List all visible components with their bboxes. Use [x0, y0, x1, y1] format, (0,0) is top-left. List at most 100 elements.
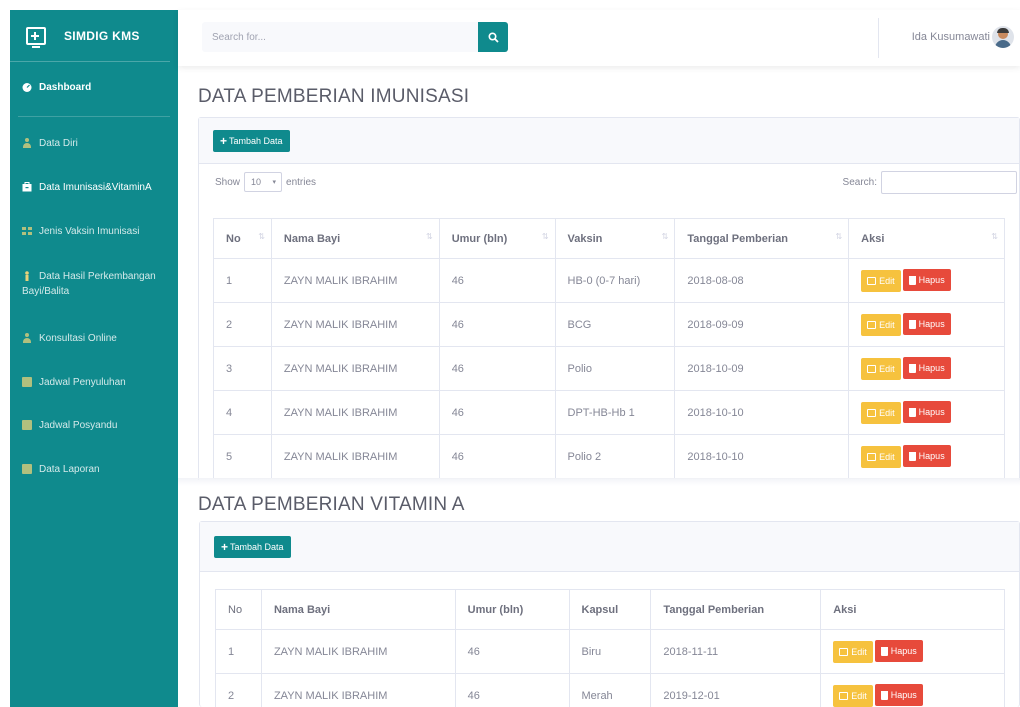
hapus-button[interactable]: Hapus — [874, 640, 923, 663]
cell-umur: 46 — [438, 390, 556, 435]
sidebar-item-data-diri[interactable]: Data Diri — [10, 138, 88, 149]
cell-aksi: Edit Hapus — [820, 629, 1005, 674]
column-header-aksi: Aksi — [820, 589, 1005, 630]
cell-no: 2 — [213, 302, 272, 347]
page-title-imunisasi: DATA PEMBERIAN IMUNISASI — [198, 86, 470, 107]
hapus-button[interactable]: Hapus — [902, 269, 951, 292]
avatar[interactable] — [992, 26, 1014, 48]
column-header-umur[interactable]: Umur (bln) ⇅ — [438, 218, 556, 259]
edit-button[interactable]: Edit — [861, 445, 901, 468]
column-header-umur: Umur (bln) — [454, 589, 570, 630]
vitamin-card: + Tambah Data No Nama Bayi Umur (bln) Ka… — [199, 521, 1020, 707]
entries-select[interactable]: 10 ▾ — [244, 172, 283, 192]
table-header-row: No Nama Bayi Umur (bln) Kapsul Tanggal P… — [215, 589, 1005, 630]
sidebar-item-jenis-vaksin[interactable]: Jenis Vaksin Imunisasi — [10, 226, 149, 237]
hapus-button[interactable]: Hapus — [902, 313, 951, 336]
edit-button[interactable]: Edit — [861, 313, 901, 336]
table-icon — [22, 420, 32, 430]
edit-icon — [867, 408, 877, 417]
add-button-label: Tambah Data — [229, 136, 283, 146]
table-row: 3 ZAYN MALIK IBRAHIM 46 Polio 2018-10-09… — [213, 346, 1005, 391]
edit-button[interactable]: Edit — [861, 401, 901, 424]
sidebar-item-label: Jadwal Penyuluhan — [39, 377, 126, 388]
sidebar-item-label: Jadwal Posyandu — [39, 420, 118, 431]
add-vitamin-button[interactable]: + Tambah Data — [214, 536, 291, 558]
section-shadow — [178, 478, 1020, 486]
table-row: 1 ZAYN MALIK IBRAHIM 46 Biru 2018-11-11 … — [215, 629, 1005, 674]
edit-button[interactable]: Edit — [833, 640, 873, 663]
column-header-tanggal: Tanggal Pemberian — [650, 589, 822, 630]
cell-tanggal: 2018-11-11 — [650, 629, 822, 674]
cell-aksi: Edit Hapus — [848, 258, 1005, 303]
add-imunisasi-button[interactable]: + Tambah Data — [213, 130, 290, 152]
sidebar-item-label: Data Hasil Perkembangan Bayi/Balita — [22, 271, 156, 297]
imunisasi-card: + Tambah Data Show 10 ▾ entries Search: … — [198, 117, 1020, 497]
user-icon — [22, 333, 32, 343]
show-label: Show — [215, 176, 241, 188]
sort-icon: ⇅ — [991, 232, 998, 241]
cell-vaksin: DPT-HB-Hb 1 — [554, 390, 676, 435]
column-header-vaksin[interactable]: Vaksin ⇅ — [554, 218, 676, 259]
column-header-nama[interactable]: Nama Bayi ⇅ — [270, 218, 440, 259]
sidebar-item-data-laporan[interactable]: Data Laporan — [10, 464, 110, 475]
sidebar-item-label: Konsultasi Online — [39, 333, 117, 344]
table-header-row: No ⇅ Nama Bayi ⇅ Umur (bln) ⇅ Vaksin ⇅ Tangg… — [213, 218, 1005, 259]
search-input[interactable] — [202, 22, 478, 52]
edit-icon — [867, 320, 877, 329]
edit-icon — [867, 364, 877, 373]
user-name[interactable]: Ida Kusumawati — [912, 31, 990, 43]
sidebar-item-label: Data Imunisasi&VitaminA — [39, 182, 152, 193]
box-icon — [22, 182, 32, 192]
hapus-button[interactable]: Hapus — [902, 401, 951, 424]
sidebar-item-label: Dashboard — [39, 82, 92, 93]
cell-nama: ZAYN MALIK IBRAHIM — [270, 302, 440, 347]
topbar: Ida Kusumawati — [178, 10, 1020, 66]
cell-vaksin: HB-0 (0-7 hari) — [554, 258, 676, 303]
edit-icon — [839, 691, 849, 700]
cell-tanggal: 2019-12-01 — [650, 673, 822, 707]
hapus-button[interactable]: Hapus — [902, 357, 951, 380]
sidebar: SIMDIG KMS Dashboard Data Diri Data Imun… — [10, 10, 178, 707]
column-header-aksi[interactable]: Aksi ⇅ — [848, 218, 1005, 259]
brand[interactable]: SIMDIG KMS — [10, 10, 170, 62]
imunisasi-table: No ⇅ Nama Bayi ⇅ Umur (bln) ⇅ Vaksin ⇅ Tangg… — [213, 218, 1005, 479]
sidebar-item-konsultasi[interactable]: Konsultasi Online — [10, 333, 127, 344]
cell-vaksin: Polio 2 — [554, 434, 676, 479]
cell-umur: 46 — [438, 346, 556, 391]
cell-umur: 46 — [454, 629, 570, 674]
table-row: 4 ZAYN MALIK IBRAHIM 46 DPT-HB-Hb 1 2018… — [213, 390, 1005, 435]
entries-label: entries — [286, 176, 317, 188]
edit-button[interactable]: Edit — [833, 684, 873, 707]
column-header-kapsul: Kapsul — [568, 589, 652, 630]
hapus-button[interactable]: Hapus — [902, 445, 951, 468]
sidebar-item-dashboard[interactable]: Dashboard — [10, 82, 101, 93]
cell-kapsul: Merah — [568, 673, 652, 707]
search-icon — [487, 31, 499, 43]
trash-icon — [908, 407, 916, 417]
cell-aksi: Edit Hapus — [848, 434, 1005, 479]
sidebar-item-jadwal-penyuluhan[interactable]: Jadwal Penyuluhan — [10, 377, 136, 388]
entries-value: 10 — [251, 177, 262, 187]
table-search-input[interactable] — [881, 171, 1017, 194]
sidebar-item-perkembangan[interactable]: Data Hasil Perkembangan Bayi/Balita — [10, 269, 182, 299]
edit-button[interactable]: Edit — [861, 269, 901, 292]
column-header-no[interactable]: No ⇅ — [213, 218, 272, 259]
cell-no: 3 — [213, 346, 272, 391]
search-button[interactable] — [478, 22, 508, 52]
trash-icon — [908, 363, 916, 373]
user-icon — [22, 138, 32, 148]
column-header-tanggal[interactable]: Tanggal Pemberian ⇅ — [674, 218, 850, 259]
cell-nama: ZAYN MALIK IBRAHIM — [270, 390, 440, 435]
sidebar-item-jadwal-posyandu[interactable]: Jadwal Posyandu — [10, 420, 127, 431]
cell-nama: ZAYN MALIK IBRAHIM — [270, 258, 440, 303]
cell-tanggal: 2018-10-09 — [674, 346, 850, 391]
table-search: Search: — [843, 171, 1017, 194]
table-row: 1 ZAYN MALIK IBRAHIM 46 HB-0 (0-7 hari) … — [213, 258, 1005, 303]
sidebar-item-data-imunisasi[interactable]: Data Imunisasi&VitaminA — [10, 182, 162, 193]
edit-button[interactable]: Edit — [861, 357, 901, 380]
edit-icon — [839, 647, 849, 656]
cell-no: 2 — [215, 673, 262, 707]
hapus-button[interactable]: Hapus — [874, 684, 923, 707]
column-header-no: No — [215, 589, 262, 630]
trash-icon — [908, 319, 916, 329]
